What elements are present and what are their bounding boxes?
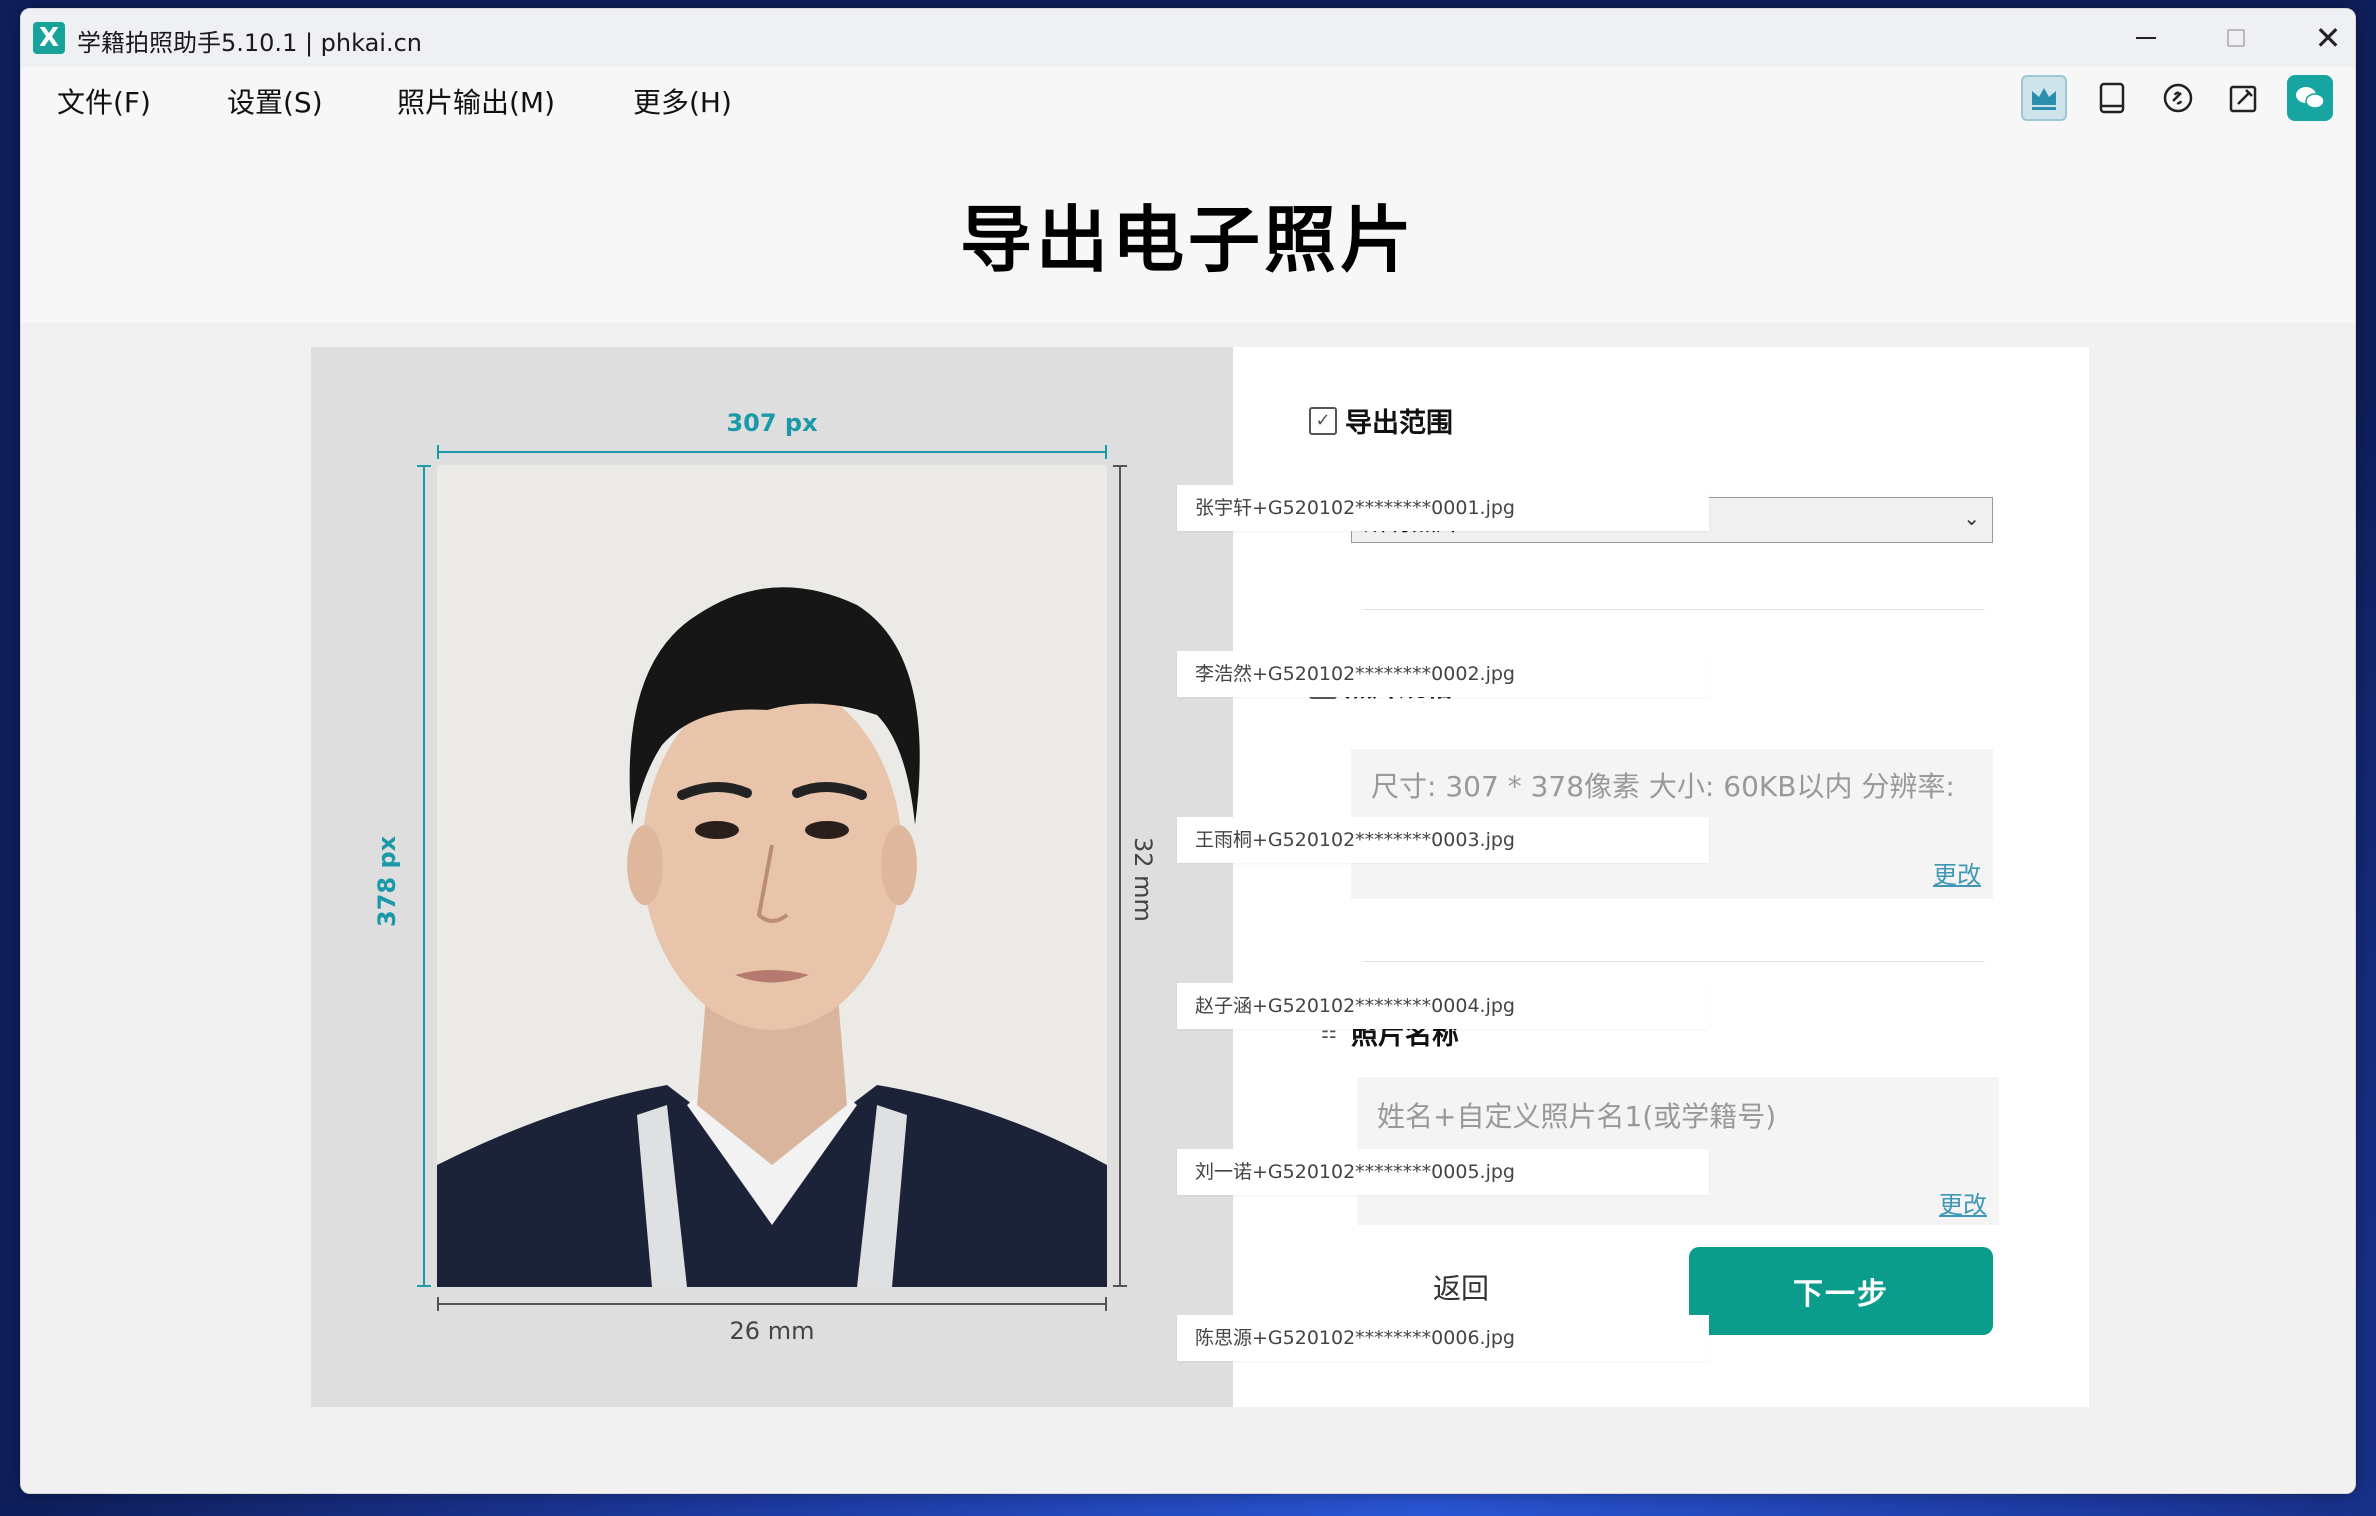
width-px-label: 307 px — [726, 409, 818, 437]
height-px-dimension-line — [417, 465, 431, 1287]
tablet-icon[interactable] — [2089, 75, 2135, 121]
window-title: 学籍拍照助手5.10.1 | phkai.cn — [77, 29, 423, 57]
height-mm-label: 32 mm — [1129, 837, 1157, 922]
menu-file[interactable]: 文件(F) — [57, 81, 151, 121]
page-title: 导出电子照片 — [959, 198, 1416, 282]
close-button[interactable]: ✕ — [2283, 9, 2355, 67]
back-button[interactable]: 返回 — [1433, 1267, 1489, 1307]
wechat-icon[interactable] — [2287, 75, 2333, 121]
app-window: X 学籍拍照助手5.10.1 | phkai.cn ✕ 文件(F) 设置(S) … — [20, 8, 2356, 1494]
minimize-button[interactable] — [2101, 9, 2191, 67]
page-header: 导出电子照片 — [21, 125, 2355, 323]
menu-bar: 文件(F) 设置(S) 照片输出(M) 更多(H) — [21, 67, 2355, 125]
maximize-icon — [2227, 29, 2245, 47]
minimize-icon — [2136, 37, 2156, 39]
height-mm-dimension-line — [1113, 465, 1127, 1287]
photo-name-change-link[interactable]: 更改 — [1939, 1185, 1987, 1220]
export-range-title: 导出范围 — [1345, 408, 1453, 439]
menu-settings[interactable]: 设置(S) — [227, 81, 323, 121]
file-list-item: 王雨桐+G520102********0003.jpg — [1177, 817, 1709, 863]
divider — [1363, 609, 1985, 610]
photo-spec-text: 尺寸: 307 * 378像素 大小: 60KB以内 分辨率: 300 — [1371, 770, 1955, 803]
next-button[interactable]: 下一步 — [1689, 1247, 1993, 1335]
student-photo — [437, 465, 1107, 1287]
close-icon: ✕ — [2314, 19, 2342, 57]
link-icon[interactable] — [2155, 75, 2201, 121]
chevron-down-icon: ⌄ — [1963, 506, 1980, 530]
width-mm-label: 26 mm — [729, 1317, 815, 1345]
divider — [1363, 961, 1985, 962]
file-list-item: 陈思源+G520102********0006.jpg — [1177, 1315, 1709, 1361]
checkbox-icon: ✓ — [1309, 406, 1337, 435]
height-px-label: 378 px — [373, 835, 401, 927]
menu-more[interactable]: 更多(H) — [633, 81, 732, 121]
menu-photo-output[interactable]: 照片输出(M) — [397, 81, 555, 121]
file-list-item: 刘一诺+G520102********0005.jpg — [1177, 1149, 1709, 1195]
width-mm-dimension-line — [437, 1297, 1107, 1311]
app-logo-icon: X — [33, 22, 65, 54]
title-bar: X 学籍拍照助手5.10.1 | phkai.cn ✕ — [21, 9, 2355, 67]
maximize-button[interactable] — [2191, 9, 2281, 67]
photo-spec-change-link[interactable]: 更改 — [1933, 855, 1981, 890]
content-area: 307 px 378 px 32 mm 26 mm ✓ 导出范围 ⌄ 尺寸: 3… — [21, 323, 2355, 1493]
export-range-heading: ✓ 导出范围 — [1309, 401, 1453, 440]
photo-preview: 307 px 378 px 32 mm 26 mm — [311, 347, 1233, 1407]
file-list-item: 李浩然+G520102********0002.jpg — [1177, 651, 1709, 697]
file-list-item: 张宇轩+G520102********0001.jpg — [1177, 485, 1709, 531]
edit-icon[interactable] — [2221, 75, 2267, 121]
photo-name-text: 姓名+自定义照片名1(或学籍号) — [1377, 1100, 1777, 1133]
file-list-item: 赵子涵+G520102********0004.jpg — [1177, 983, 1709, 1029]
width-px-dimension-line — [437, 445, 1107, 459]
crown-icon[interactable] — [2021, 75, 2067, 121]
